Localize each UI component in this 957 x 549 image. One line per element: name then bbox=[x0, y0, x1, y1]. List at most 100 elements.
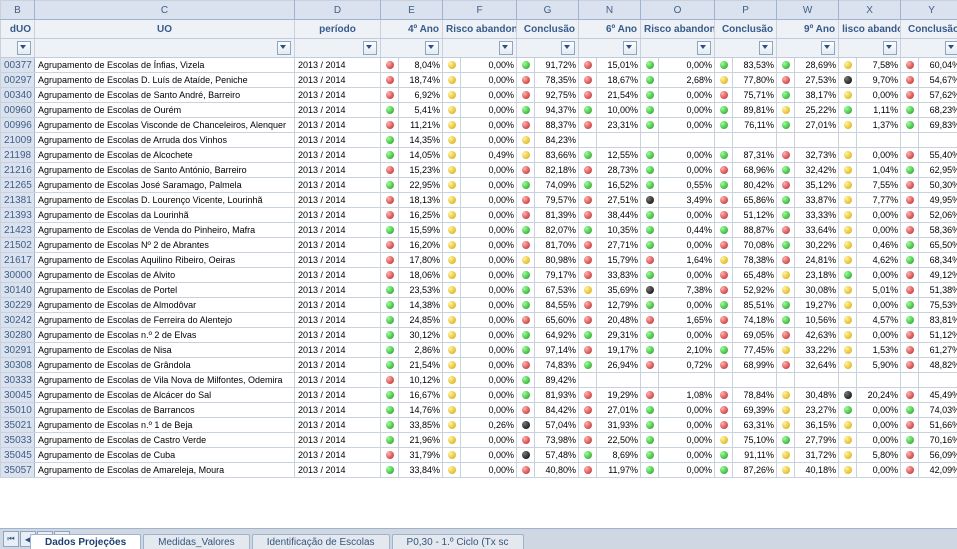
cell-value[interactable]: 8,04% bbox=[399, 58, 443, 73]
table-row[interactable]: 30280Agrupamento de Escolas n.º 2 de Elv… bbox=[1, 328, 957, 343]
status-dot-icon[interactable] bbox=[579, 193, 597, 208]
status-dot-icon[interactable] bbox=[839, 313, 857, 328]
cell-value[interactable]: 79,57% bbox=[535, 193, 579, 208]
cell-value[interactable]: 2013 / 2014 bbox=[295, 148, 381, 163]
cell-value[interactable]: 0,00% bbox=[659, 88, 715, 103]
status-dot-icon[interactable] bbox=[381, 463, 399, 478]
status-dot-icon[interactable] bbox=[641, 328, 659, 343]
cell-value[interactable]: 2,68% bbox=[659, 73, 715, 88]
status-dot-icon[interactable] bbox=[777, 343, 795, 358]
status-dot-icon[interactable] bbox=[901, 298, 919, 313]
sheet-tab[interactable]: P0,30 - 1.º Ciclo (Tx sc bbox=[392, 534, 524, 549]
status-dot-icon[interactable] bbox=[443, 328, 461, 343]
status-dot-icon[interactable] bbox=[777, 328, 795, 343]
status-dot-icon[interactable] bbox=[641, 253, 659, 268]
cell-value[interactable]: 0,00% bbox=[461, 88, 517, 103]
status-dot-icon[interactable] bbox=[517, 133, 535, 148]
cell-value[interactable]: 10,56% bbox=[795, 313, 839, 328]
cell-value[interactable]: 0,00% bbox=[461, 223, 517, 238]
cell-value[interactable]: 10,35% bbox=[597, 223, 641, 238]
status-dot-icon[interactable] bbox=[381, 238, 399, 253]
cell-value[interactable]: 30,08% bbox=[795, 283, 839, 298]
cell-value[interactable]: 70,08% bbox=[733, 238, 777, 253]
status-dot-icon[interactable] bbox=[901, 103, 919, 118]
cell-value[interactable]: 52,92% bbox=[733, 283, 777, 298]
cell-value[interactable]: 81,93% bbox=[535, 388, 579, 403]
cell-value[interactable]: 2013 / 2014 bbox=[295, 163, 381, 178]
cell-value[interactable]: 23,18% bbox=[795, 268, 839, 283]
cell-value[interactable]: 81,70% bbox=[535, 238, 579, 253]
status-dot-icon[interactable] bbox=[901, 88, 919, 103]
cell-value[interactable] bbox=[857, 373, 901, 388]
status-dot-icon[interactable] bbox=[715, 73, 733, 88]
status-dot-icon[interactable] bbox=[839, 133, 857, 148]
filter-button[interactable] bbox=[17, 41, 31, 55]
status-dot-icon[interactable] bbox=[777, 238, 795, 253]
cell-value[interactable]: 10,00% bbox=[597, 103, 641, 118]
cell-value[interactable]: Agrupamento de Escolas de Ferreira do Al… bbox=[35, 313, 295, 328]
cell-value[interactable]: 52,06% bbox=[919, 208, 957, 223]
cell-value[interactable]: 0,00% bbox=[857, 88, 901, 103]
cell-value[interactable]: 27,79% bbox=[795, 433, 839, 448]
cell-value[interactable]: 2013 / 2014 bbox=[295, 253, 381, 268]
table-row[interactable]: 35021Agrupamento de Escolas n.º 1 de Bej… bbox=[1, 418, 957, 433]
status-dot-icon[interactable] bbox=[443, 433, 461, 448]
status-dot-icon[interactable] bbox=[443, 463, 461, 478]
status-dot-icon[interactable] bbox=[641, 388, 659, 403]
status-dot-icon[interactable] bbox=[777, 373, 795, 388]
status-dot-icon[interactable] bbox=[579, 388, 597, 403]
cell-value[interactable]: 0,00% bbox=[659, 238, 715, 253]
status-dot-icon[interactable] bbox=[901, 418, 919, 433]
cell-value[interactable]: 00297 bbox=[1, 73, 35, 88]
cell-value[interactable]: 1,65% bbox=[659, 313, 715, 328]
cell-value[interactable]: Agrupamento de Escolas Visconde de Chanc… bbox=[35, 118, 295, 133]
status-dot-icon[interactable] bbox=[839, 388, 857, 403]
cell-value[interactable]: 57,04% bbox=[535, 418, 579, 433]
status-dot-icon[interactable] bbox=[381, 373, 399, 388]
status-dot-icon[interactable] bbox=[381, 73, 399, 88]
tab-nav-first-icon[interactable]: ⏮ bbox=[3, 531, 19, 547]
cell-value[interactable]: 31,72% bbox=[795, 448, 839, 463]
cell-value[interactable]: 35010 bbox=[1, 403, 35, 418]
filter-button[interactable] bbox=[561, 41, 575, 55]
status-dot-icon[interactable] bbox=[715, 193, 733, 208]
status-dot-icon[interactable] bbox=[777, 163, 795, 178]
status-dot-icon[interactable] bbox=[777, 88, 795, 103]
status-dot-icon[interactable] bbox=[443, 148, 461, 163]
cell-value[interactable]: 2013 / 2014 bbox=[295, 313, 381, 328]
status-dot-icon[interactable] bbox=[901, 388, 919, 403]
cell-value[interactable]: Agrupamento de Escolas José Saramago, Pa… bbox=[35, 178, 295, 193]
status-dot-icon[interactable] bbox=[715, 463, 733, 478]
status-dot-icon[interactable] bbox=[839, 373, 857, 388]
cell-value[interactable]: 36,15% bbox=[795, 418, 839, 433]
cell-value[interactable]: 5,80% bbox=[857, 448, 901, 463]
status-dot-icon[interactable] bbox=[777, 103, 795, 118]
cell-value[interactable]: 15,79% bbox=[597, 253, 641, 268]
status-dot-icon[interactable] bbox=[901, 163, 919, 178]
status-dot-icon[interactable] bbox=[777, 418, 795, 433]
status-dot-icon[interactable] bbox=[517, 178, 535, 193]
status-dot-icon[interactable] bbox=[839, 283, 857, 298]
cell-value[interactable]: 0,00% bbox=[461, 328, 517, 343]
cell-value[interactable]: 0,44% bbox=[659, 223, 715, 238]
cell-value[interactable]: 0,00% bbox=[461, 73, 517, 88]
status-dot-icon[interactable] bbox=[443, 313, 461, 328]
sheet-tab[interactable]: Dados Projeções bbox=[30, 534, 141, 549]
status-dot-icon[interactable] bbox=[443, 118, 461, 133]
status-dot-icon[interactable] bbox=[517, 163, 535, 178]
status-dot-icon[interactable] bbox=[715, 163, 733, 178]
cell-value[interactable]: 22,50% bbox=[597, 433, 641, 448]
cell-value[interactable]: 68,23% bbox=[919, 103, 957, 118]
status-dot-icon[interactable] bbox=[641, 418, 659, 433]
status-dot-icon[interactable] bbox=[777, 268, 795, 283]
cell-value[interactable]: 65,86% bbox=[733, 193, 777, 208]
table-row[interactable]: 30333Agrupamento de Escolas de Vila Nova… bbox=[1, 373, 957, 388]
status-dot-icon[interactable] bbox=[715, 298, 733, 313]
cell-value[interactable]: 0,46% bbox=[857, 238, 901, 253]
status-dot-icon[interactable] bbox=[579, 463, 597, 478]
cell-value[interactable]: 23,53% bbox=[399, 283, 443, 298]
cell-value[interactable]: 2013 / 2014 bbox=[295, 118, 381, 133]
status-dot-icon[interactable] bbox=[777, 448, 795, 463]
status-dot-icon[interactable] bbox=[839, 448, 857, 463]
cell-value[interactable]: 3,49% bbox=[659, 193, 715, 208]
